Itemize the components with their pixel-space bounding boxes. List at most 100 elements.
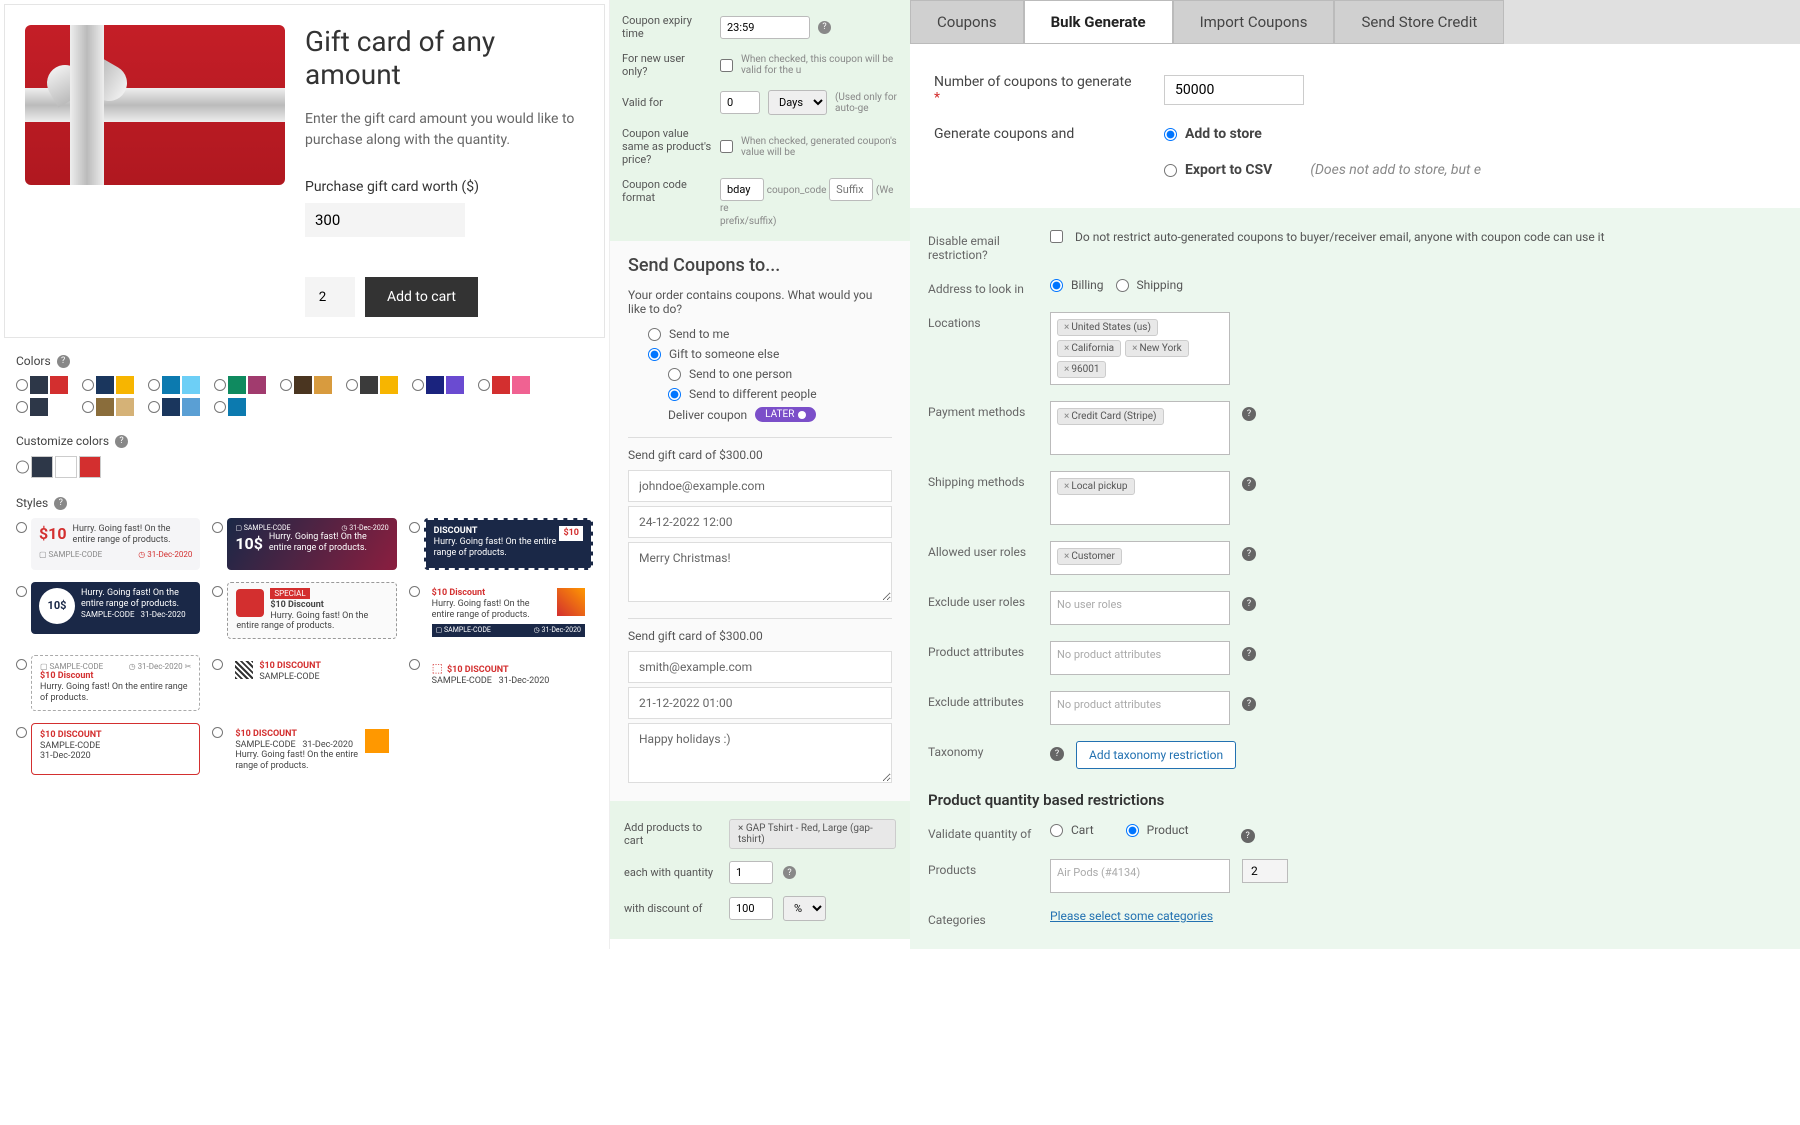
remove-tag-icon[interactable]: ×: [1064, 364, 1069, 375]
style-radio[interactable]: [409, 659, 420, 670]
color-swatch-radio[interactable]: [16, 401, 28, 413]
send-to-me-radio[interactable]: [648, 328, 661, 341]
tab-send-store-credit[interactable]: Send Store Credit: [1334, 0, 1504, 44]
color-swatch-radio[interactable]: [82, 401, 94, 413]
tag-chip[interactable]: ×United States (us): [1057, 319, 1158, 336]
coupon-style-3[interactable]: $10 DISCOUNT Hurry. Going fast! On the e…: [424, 518, 593, 570]
add-taxonomy-button[interactable]: Add taxonomy restriction: [1076, 741, 1236, 769]
disable-email-checkbox[interactable]: [1050, 230, 1063, 243]
gift2-email-input[interactable]: [628, 651, 892, 683]
quantity-input[interactable]: [305, 277, 355, 317]
gift1-email-input[interactable]: [628, 470, 892, 502]
coupon-style-8[interactable]: $10 DISCOUNT SAMPLE-CODE: [227, 655, 396, 707]
exclude-roles-tagbox[interactable]: No user roles: [1050, 591, 1230, 625]
coupon-style-4[interactable]: 10$ Hurry. Going fast! On the entire ran…: [31, 582, 200, 634]
color-swatch-radio[interactable]: [148, 379, 160, 391]
tab-import-coupons[interactable]: Import Coupons: [1173, 0, 1335, 44]
billing-radio[interactable]: [1050, 279, 1063, 292]
coupon-style-11[interactable]: $10 DISCOUNT SAMPLE-CODE 31-Dec-2020 Hur…: [227, 723, 396, 778]
send-one-radio[interactable]: [668, 368, 681, 381]
style-radio[interactable]: [16, 586, 27, 597]
export-csv-radio[interactable]: [1164, 164, 1177, 177]
gift2-date-input[interactable]: [628, 687, 892, 719]
validfor-number-input[interactable]: [720, 91, 760, 114]
gift1-message-textarea[interactable]: [628, 542, 892, 602]
customize-swatch[interactable]: [79, 456, 101, 478]
help-icon[interactable]: ?: [1242, 597, 1256, 611]
expiry-input[interactable]: [720, 16, 810, 39]
categories-link[interactable]: Please select some categories: [1050, 909, 1213, 923]
style-radio[interactable]: [409, 522, 420, 533]
add-to-store-radio[interactable]: [1164, 128, 1177, 141]
remove-tag-icon[interactable]: ×: [1064, 322, 1069, 333]
products-qty-input[interactable]: [1242, 859, 1288, 883]
tag-chip[interactable]: ×Credit Card (Stripe): [1057, 408, 1164, 425]
validate-product-radio[interactable]: [1126, 824, 1139, 837]
color-swatch-radio[interactable]: [346, 379, 358, 391]
style-radio[interactable]: [409, 586, 420, 597]
color-swatch-radio[interactable]: [82, 379, 94, 391]
shipping-radio[interactable]: [1116, 279, 1129, 292]
remove-tag-icon[interactable]: ×: [1132, 343, 1137, 354]
tab-coupons[interactable]: Coupons: [910, 0, 1024, 44]
validate-cart-radio[interactable]: [1050, 824, 1063, 837]
tag-chip[interactable]: ×Customer: [1057, 548, 1122, 565]
coupon-style-2[interactable]: ▢ SAMPLE-CODE◷ 31-Dec-2020 10$Hurry. Goi…: [227, 518, 396, 570]
remove-tag-icon[interactable]: ×: [1064, 411, 1069, 422]
coupon-style-7[interactable]: ▢ SAMPLE-CODE◷ 31-Dec-2020 ✂ $10 Discoun…: [31, 655, 200, 711]
style-radio[interactable]: [212, 522, 223, 533]
customize-swatch[interactable]: [31, 456, 53, 478]
tag-chip[interactable]: ×California: [1057, 340, 1121, 357]
discount-unit-select[interactable]: %: [783, 896, 826, 921]
help-icon[interactable]: ?: [1242, 407, 1256, 421]
coupon-style-6[interactable]: $10 Discount Hurry. Going fast! On the e…: [424, 582, 593, 643]
remove-tag-icon[interactable]: ×: [1064, 551, 1069, 562]
help-icon[interactable]: ?: [115, 435, 128, 448]
style-radio[interactable]: [212, 727, 223, 738]
customize-swatch[interactable]: [55, 456, 77, 478]
style-radio[interactable]: [212, 586, 223, 597]
color-swatch-radio[interactable]: [412, 379, 424, 391]
gift-radio[interactable]: [648, 348, 661, 361]
style-radio[interactable]: [212, 659, 223, 670]
help-icon[interactable]: ?: [783, 866, 796, 879]
shipping-tagbox[interactable]: ×Local pickup: [1050, 471, 1230, 525]
each-qty-input[interactable]: [729, 861, 773, 884]
exclude-attr-tagbox[interactable]: No product attributes: [1050, 691, 1230, 725]
format-prefix-input[interactable]: [720, 178, 764, 201]
gift2-message-textarea[interactable]: [628, 723, 892, 783]
add-to-cart-button[interactable]: Add to cart: [365, 277, 478, 317]
product-tag[interactable]: × GAP Tshirt - Red, Large (gap-tshirt): [729, 819, 896, 849]
validfor-unit-select[interactable]: Days: [768, 90, 827, 115]
coupon-style-5[interactable]: SPECIAL $10 Discount Hurry. Going fast! …: [227, 582, 396, 639]
help-icon[interactable]: ?: [54, 497, 67, 510]
discount-value-input[interactable]: [729, 897, 773, 920]
style-radio[interactable]: [16, 727, 27, 738]
color-swatch-radio[interactable]: [214, 401, 226, 413]
products-tagbox[interactable]: Air Pods (#4134): [1050, 859, 1230, 893]
send-diff-radio[interactable]: [668, 388, 681, 401]
help-icon[interactable]: ?: [57, 355, 70, 368]
tag-chip[interactable]: ×Local pickup: [1057, 478, 1135, 495]
help-icon[interactable]: ?: [818, 21, 831, 34]
style-radio[interactable]: [16, 522, 27, 533]
help-icon[interactable]: ?: [1241, 829, 1255, 843]
remove-tag-icon[interactable]: ×: [1064, 343, 1069, 354]
color-swatch-radio[interactable]: [16, 379, 28, 391]
locations-tagbox[interactable]: ×United States (us)×California×New York×…: [1050, 312, 1230, 385]
color-swatch-radio[interactable]: [214, 379, 226, 391]
customize-radio[interactable]: [16, 456, 29, 478]
color-swatch-radio[interactable]: [478, 379, 490, 391]
tab-bulk-generate[interactable]: Bulk Generate: [1024, 0, 1173, 44]
color-swatch-radio[interactable]: [148, 401, 160, 413]
newuser-checkbox[interactable]: [720, 59, 733, 72]
help-icon[interactable]: ?: [1242, 477, 1256, 491]
style-radio[interactable]: [16, 659, 27, 670]
product-attr-tagbox[interactable]: No product attributes: [1050, 641, 1230, 675]
tag-chip[interactable]: ×New York: [1125, 340, 1189, 357]
tag-chip[interactable]: ×96001: [1057, 361, 1106, 378]
num-coupons-input[interactable]: [1164, 75, 1304, 105]
gift1-date-input[interactable]: [628, 506, 892, 538]
help-icon[interactable]: ?: [1242, 697, 1256, 711]
color-swatch-radio[interactable]: [280, 379, 292, 391]
